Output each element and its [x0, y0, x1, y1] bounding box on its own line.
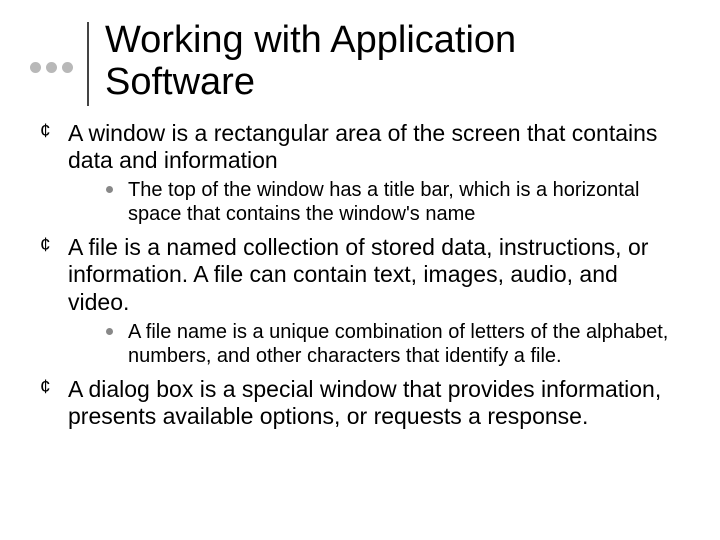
slide-content: A window is a rectangular area of the sc…	[0, 114, 720, 430]
bullet-item: A window is a rectangular area of the sc…	[40, 120, 680, 226]
bullet-text: A dialog box is a special window that pr…	[68, 376, 661, 429]
slide-title: Working with Application Software	[105, 20, 625, 104]
sub-list: The top of the window has a title bar, w…	[68, 178, 680, 226]
header-divider	[87, 22, 89, 106]
header-dots	[30, 62, 73, 73]
sub-bullet-text: A file name is a unique combination of l…	[128, 321, 668, 367]
bullet-text: A window is a rectangular area of the sc…	[68, 120, 657, 173]
slide-header: Working with Application Software	[0, 0, 720, 114]
bullet-item: A file is a named collection of stored d…	[40, 234, 680, 367]
bullet-list: A window is a rectangular area of the sc…	[40, 120, 680, 430]
dot-icon	[30, 62, 41, 73]
sub-bullet-item: The top of the window has a title bar, w…	[102, 178, 680, 226]
dot-icon	[62, 62, 73, 73]
bullet-text: A file is a named collection of stored d…	[68, 234, 648, 314]
sub-bullet-text: The top of the window has a title bar, w…	[128, 179, 639, 225]
sub-list: A file name is a unique combination of l…	[68, 320, 680, 368]
sub-bullet-item: A file name is a unique combination of l…	[102, 320, 680, 368]
dot-icon	[46, 62, 57, 73]
bullet-item: A dialog box is a special window that pr…	[40, 376, 680, 430]
